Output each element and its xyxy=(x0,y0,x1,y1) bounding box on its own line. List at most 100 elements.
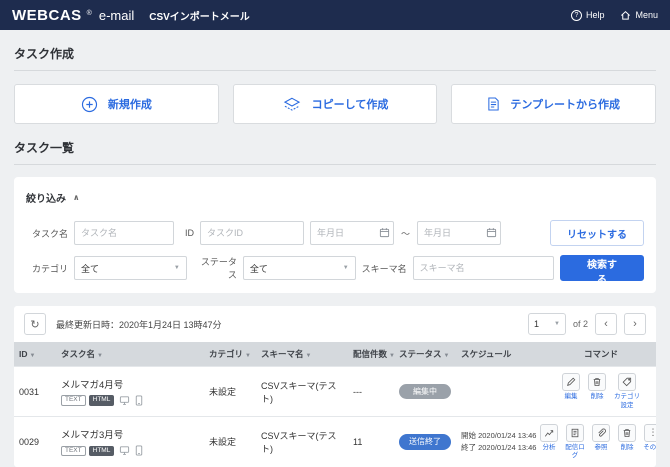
table-row: 0031 メルマガ4月号 TEXT HTML xyxy=(14,367,656,417)
main-content: タスク作成 新規作成 コピーして作成 テンプレートから作成 タスク一覧 絞り込み… xyxy=(0,30,670,467)
create-copy-button[interactable]: コピーして作成 xyxy=(233,84,438,124)
task-name-label: タスク名 xyxy=(26,227,68,240)
status-cell: 編集中 xyxy=(394,367,456,417)
page-select[interactable]: 1 ▼ xyxy=(528,313,566,335)
calendar-icon[interactable] xyxy=(486,227,497,238)
category-select[interactable]: 全て ▼ xyxy=(74,256,187,280)
task-id-input[interactable] xyxy=(200,221,304,245)
refresh-icon: ↻ xyxy=(30,318,39,331)
column-header-category[interactable]: カテゴリ▼ xyxy=(204,342,256,367)
template-document-icon xyxy=(487,96,500,112)
page-total-text: of 2 xyxy=(573,319,588,329)
table-row: 0029 メルマガ3月号 TEXT HTML xyxy=(14,417,656,467)
chart-icon xyxy=(540,424,558,442)
schema-label: スキーマ名 xyxy=(362,262,407,275)
date-to-wrap xyxy=(417,221,501,245)
topbar-actions: ? Help Menu xyxy=(571,10,658,21)
task-name-cell: メルマガ3月号 TEXT HTML xyxy=(56,417,204,467)
schedule-end: 終了 2020/01/24 13:46 xyxy=(461,442,541,454)
filter-collapse-toggle[interactable]: 絞り込み ∧ xyxy=(26,185,644,211)
copy-layers-icon xyxy=(282,97,302,112)
home-icon xyxy=(620,10,631,21)
registered-mark: ® xyxy=(87,10,92,17)
schedule-cell: 開始 2020/01/24 13:46 終了 2020/01/24 13:46 xyxy=(456,417,546,467)
column-header-task-name[interactable]: タスク名▼ xyxy=(56,342,204,367)
task-name-text[interactable]: メルマガ4月号 xyxy=(61,377,199,391)
filter-row-1: タスク名 ID 〜 リセットする xyxy=(26,220,644,246)
search-button[interactable]: 検索する xyxy=(560,255,644,281)
column-header-count[interactable]: 配信件数▼ xyxy=(348,342,394,367)
task-table: ID▼ タスク名▼ カテゴリ▼ スキーマ名▼ 配信件数▼ ステータス▼ スケジュ… xyxy=(14,342,656,467)
prev-page-button[interactable]: ‹ xyxy=(595,313,617,335)
trash-icon xyxy=(588,373,606,391)
sort-icon: ▼ xyxy=(444,353,450,359)
create-copy-label: コピーして作成 xyxy=(312,96,389,112)
create-new-button[interactable]: 新規作成 xyxy=(14,84,219,124)
section-title-task-list: タスク一覧 xyxy=(14,130,656,165)
text-format-badge: TEXT xyxy=(61,395,86,406)
refresh-button[interactable]: ↻ xyxy=(24,313,46,335)
chevron-down-icon: ▼ xyxy=(343,265,349,271)
edit-button[interactable]: 編集 xyxy=(560,373,582,401)
count-cell: 11 xyxy=(348,417,394,467)
command-cell: 分析 配信ログ xyxy=(546,417,656,467)
date-range-separator: 〜 xyxy=(400,227,411,240)
chevron-up-icon: ∧ xyxy=(73,193,80,202)
column-header-command: コマンド xyxy=(546,342,656,367)
delete-button[interactable]: 削除 xyxy=(586,373,608,401)
create-template-button[interactable]: テンプレートから作成 xyxy=(451,84,656,124)
webcas-logo: WEBCAS xyxy=(12,7,82,24)
html-format-badge: HTML xyxy=(89,446,115,457)
create-template-label: テンプレートから作成 xyxy=(510,96,620,112)
product-name: e-mail xyxy=(99,8,134,23)
task-name-input[interactable] xyxy=(74,221,174,245)
category-cell: 未設定 xyxy=(204,417,256,467)
date-from-wrap xyxy=(310,221,394,245)
plus-circle-icon xyxy=(81,96,98,113)
category-label: カテゴリ xyxy=(26,262,68,275)
pc-icon xyxy=(119,395,130,406)
schema-input[interactable] xyxy=(413,256,554,280)
edit-icon xyxy=(562,373,580,391)
schema-cell: CSVスキーマ(テスト) xyxy=(256,367,348,417)
sort-icon: ▼ xyxy=(389,353,395,359)
filter-panel: 絞り込み ∧ タスク名 ID 〜 リセットする xyxy=(14,177,656,293)
menu-label: Menu xyxy=(635,10,658,20)
topbar: WEBCAS ® e-mail CSVインポートメール ? Help Menu xyxy=(0,0,670,30)
help-link[interactable]: ? Help xyxy=(571,10,605,21)
chevron-down-icon: ▼ xyxy=(174,265,180,271)
schema-cell: CSVスキーマ(テスト) xyxy=(256,417,348,467)
sort-icon: ▼ xyxy=(30,353,36,359)
app-name: CSVインポートメール xyxy=(149,8,250,23)
table-header-row: ID▼ タスク名▼ カテゴリ▼ スキーマ名▼ 配信件数▼ ステータス▼ スケジュ… xyxy=(14,342,656,367)
text-format-badge: TEXT xyxy=(61,446,86,457)
chevron-right-icon: › xyxy=(633,318,637,330)
column-header-status[interactable]: ステータス▼ xyxy=(394,342,456,367)
create-actions: 新規作成 コピーして作成 テンプレートから作成 xyxy=(14,84,656,124)
delivery-log-button[interactable]: 配信ログ xyxy=(564,424,586,460)
last-updated-text: 最終更新日時：2020年1月24日 13時47分 xyxy=(56,318,222,331)
command-cell: 編集 削除 xyxy=(546,367,656,417)
task-id-cell: 0029 xyxy=(14,417,56,467)
page-current-value: 1 xyxy=(534,319,539,329)
calendar-icon[interactable] xyxy=(379,227,390,238)
column-header-id[interactable]: ID▼ xyxy=(14,342,56,367)
menu-link[interactable]: Menu xyxy=(620,10,658,21)
chevron-down-icon: ▼ xyxy=(554,321,560,327)
status-badge: 送信終了 xyxy=(399,434,451,450)
html-format-badge: HTML xyxy=(89,395,115,406)
schedule-cell xyxy=(456,367,546,417)
status-selected-value: 全て xyxy=(250,262,268,275)
column-header-schedule: スケジュール xyxy=(456,342,546,367)
reset-button[interactable]: リセットする xyxy=(550,220,644,246)
category-settings-button[interactable]: カテゴリ設定 xyxy=(612,373,642,409)
task-list-panel: ↻ 最終更新日時：2020年1月24日 13時47分 1 ▼ of 2 ‹ › xyxy=(14,306,656,467)
status-select[interactable]: 全て ▼ xyxy=(243,256,356,280)
sort-icon: ▼ xyxy=(97,353,103,359)
schedule-start: 開始 2020/01/24 13:46 xyxy=(461,430,541,442)
column-header-schema[interactable]: スキーマ名▼ xyxy=(256,342,348,367)
create-new-label: 新規作成 xyxy=(108,96,152,112)
task-name-text[interactable]: メルマガ3月号 xyxy=(61,427,199,441)
section-title-task-create: タスク作成 xyxy=(14,36,656,71)
next-page-button[interactable]: › xyxy=(624,313,646,335)
